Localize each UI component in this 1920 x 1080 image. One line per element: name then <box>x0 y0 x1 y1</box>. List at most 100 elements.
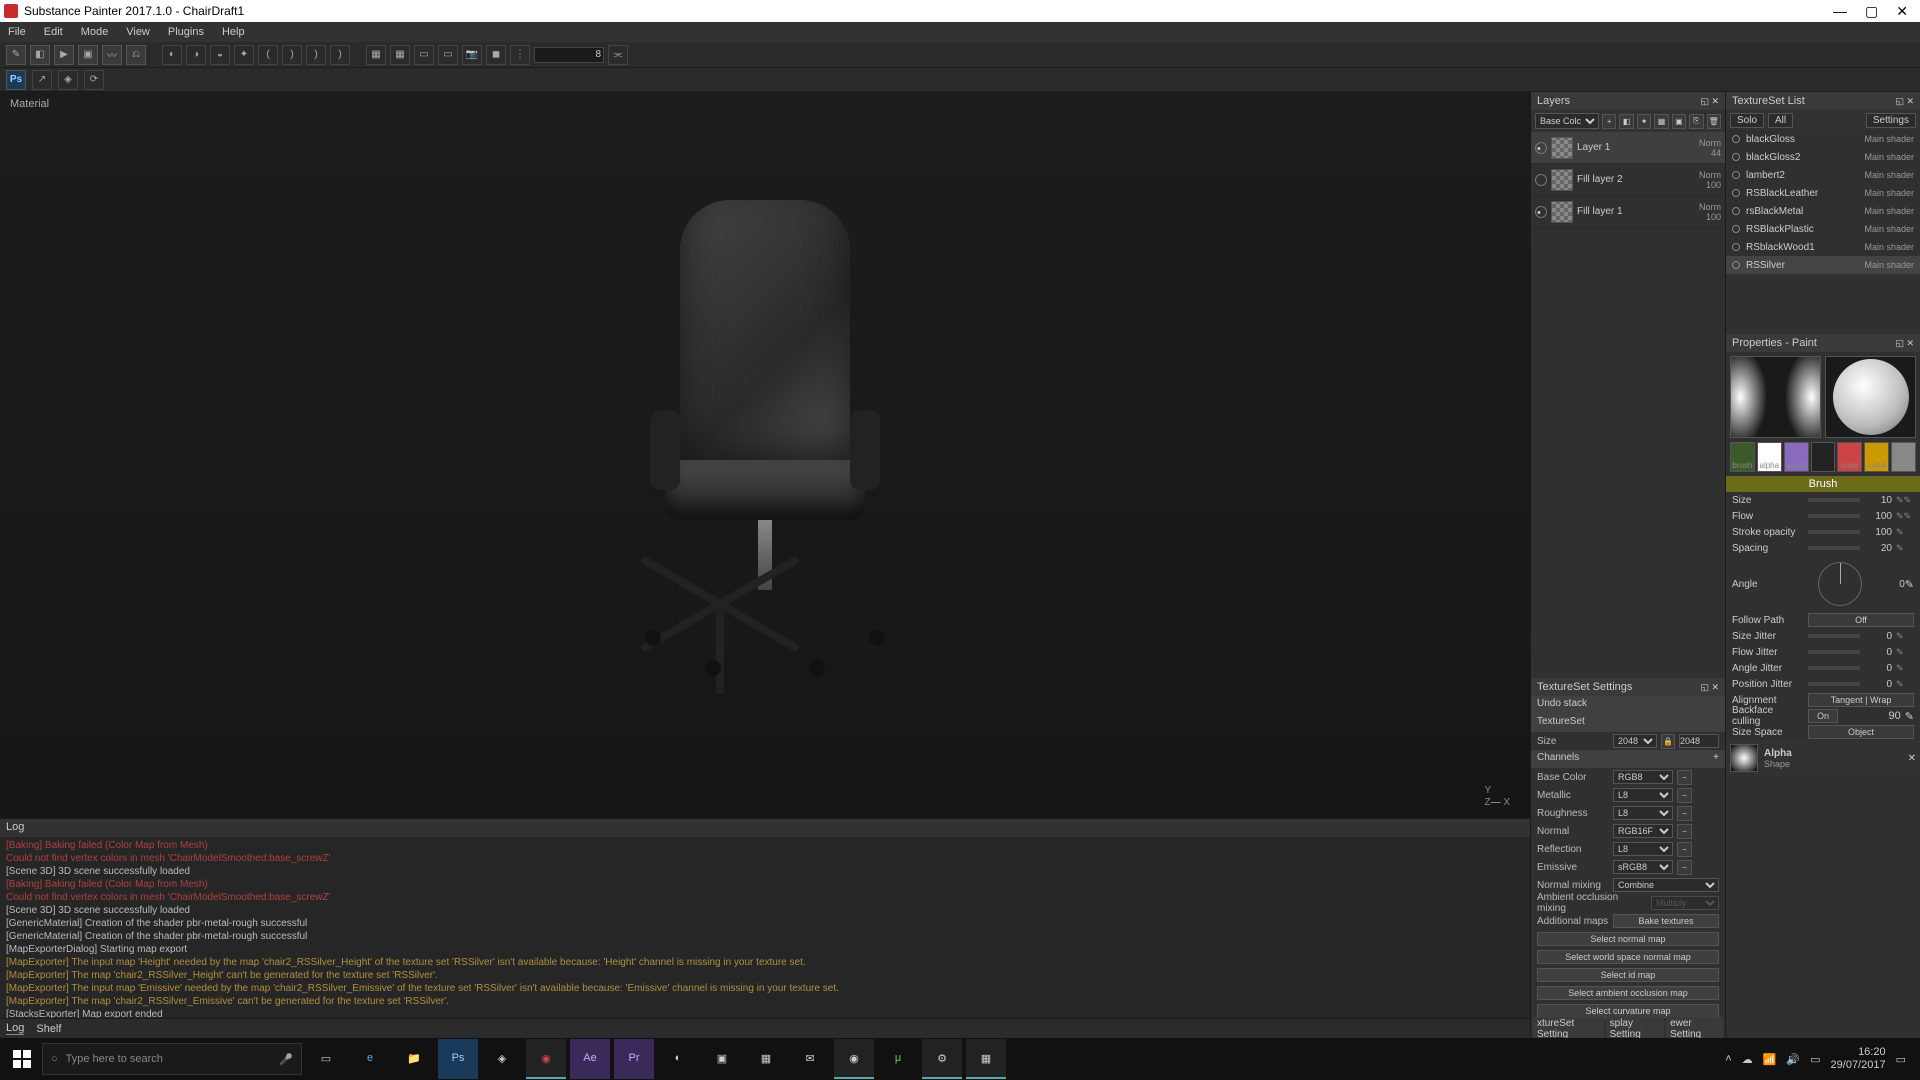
tool-sym2-icon[interactable]: ) <box>282 45 302 65</box>
angle-pen-icon[interactable]: ✎ <box>1905 578 1914 591</box>
texset-visibility-icon[interactable] <box>1732 135 1740 143</box>
menu-edit[interactable]: Edit <box>44 26 63 38</box>
maximize-button[interactable]: ▢ <box>1865 3 1878 20</box>
texset-item[interactable]: RSSilverMain shader <box>1726 256 1920 274</box>
ps-export-icon[interactable]: Ps <box>6 70 26 90</box>
flow-slider[interactable] <box>1808 514 1860 518</box>
layer-mask-icon[interactable]: ◧ <box>1619 114 1633 129</box>
map-select-button[interactable]: Select ambient occlusion map <box>1537 986 1719 1000</box>
menu-icon[interactable]: ⋮ <box>510 45 530 65</box>
bake-textures-button[interactable]: Bake textures <box>1613 914 1719 928</box>
log-tab-shelf[interactable]: Shelf <box>36 1023 61 1035</box>
tray-volume-icon[interactable]: 🔊 <box>1786 1053 1800 1066</box>
size-select[interactable]: 2048 <box>1613 734 1657 748</box>
tray-notifications-icon[interactable]: ▭ <box>1896 1053 1906 1066</box>
chrome-icon[interactable]: ◉ <box>834 1039 874 1079</box>
channel-remove-icon[interactable]: − <box>1677 788 1692 803</box>
tool-sep1-icon[interactable]: ◐ <box>162 45 182 65</box>
channel-format-select[interactable]: sRGB8 <box>1613 860 1673 874</box>
texset-visibility-icon[interactable] <box>1732 189 1740 197</box>
channel-format-select[interactable]: L8 <box>1613 806 1673 820</box>
substance-painter-icon[interactable]: ◉ <box>526 1039 566 1079</box>
alpha-close-icon[interactable]: ✕ <box>1908 753 1916 764</box>
channel-format-select[interactable]: RGB8 <box>1613 770 1673 784</box>
texset-undock-icon[interactable]: ◱ ✕ <box>1700 682 1719 693</box>
tool-sep3-icon[interactable]: ◒ <box>210 45 230 65</box>
texset-item[interactable]: blackGlossMain shader <box>1726 130 1920 148</box>
layers-channel-select[interactable]: Base Colc <box>1535 113 1599 129</box>
link-icon[interactable]: ⫘ <box>608 45 628 65</box>
close-button[interactable]: ✕ <box>1896 3 1908 20</box>
layer-fx-icon[interactable]: ✦ <box>1637 114 1651 129</box>
texset-item[interactable]: RSBlackLeatherMain shader <box>1726 184 1920 202</box>
map-select-button[interactable]: Select curvature map <box>1537 1004 1719 1018</box>
prop-undock-icon[interactable]: ◱ ✕ <box>1895 338 1914 349</box>
menu-mode[interactable]: Mode <box>81 26 109 38</box>
spacing-pen-icon[interactable]: ✎ <box>1896 543 1914 554</box>
tool-projection-icon[interactable]: ▶ <box>54 45 74 65</box>
package-icon[interactable]: ◈ <box>58 70 78 90</box>
mail-icon[interactable]: ✉ <box>790 1039 830 1079</box>
export-icon[interactable]: ↗ <box>32 70 52 90</box>
size-slider[interactable] <box>1808 498 1860 502</box>
channel-format-select[interactable]: L8 <box>1613 842 1673 856</box>
map-select-button[interactable]: Select normal map <box>1537 932 1719 946</box>
layer-add-icon[interactable]: + <box>1602 114 1616 129</box>
texset-visibility-icon[interactable] <box>1732 243 1740 251</box>
tool-smudge-icon[interactable]: 〰 <box>102 45 122 65</box>
log-tab-log[interactable]: Log <box>6 1022 24 1035</box>
map-select-button[interactable]: Select id map <box>1537 968 1719 982</box>
swatch-alpha[interactable]: alpha <box>1757 442 1782 472</box>
all-button[interactable]: All <box>1768 113 1793 128</box>
layer-fill-icon[interactable]: ▦ <box>1654 114 1668 129</box>
follow-path-toggle[interactable]: Off <box>1808 613 1914 627</box>
camera-icon[interactable]: 📷 <box>462 45 482 65</box>
texset-item[interactable]: RSBlackPlasticMain shader <box>1726 220 1920 238</box>
texset-visibility-icon[interactable] <box>1732 207 1740 215</box>
minimize-button[interactable]: — <box>1833 3 1847 20</box>
tray-cloud-icon[interactable]: ☁ <box>1742 1053 1753 1066</box>
layer-visibility-icon[interactable] <box>1535 142 1547 154</box>
maya-icon[interactable]: ◈ <box>482 1039 522 1079</box>
tool-eraser-icon[interactable]: ◧ <box>30 45 50 65</box>
normal-mixing-select[interactable]: Combine <box>1613 878 1719 892</box>
view2-icon[interactable]: ▭ <box>438 45 458 65</box>
posj-slider[interactable] <box>1808 682 1860 686</box>
photos-icon[interactable]: ▦ <box>966 1039 1006 1079</box>
mic-icon[interactable]: 🎤 <box>279 1053 293 1066</box>
alpha-thumb[interactable] <box>1730 744 1758 772</box>
store-icon[interactable]: ▣ <box>702 1039 742 1079</box>
swatch-rough[interactable]: rough <box>1891 442 1916 472</box>
utorrent-icon[interactable]: μ <box>878 1039 918 1079</box>
texset-visibility-icon[interactable] <box>1732 261 1740 269</box>
layer-del-icon[interactable]: 🗑 <box>1707 114 1721 129</box>
tool-sep2-icon[interactable]: ◑ <box>186 45 206 65</box>
sizej-slider[interactable] <box>1808 634 1860 638</box>
settings-button[interactable]: Settings <box>1866 113 1916 128</box>
taskbar-clock[interactable]: 16:2029/07/2017 <box>1831 1046 1886 1072</box>
premiere-icon[interactable]: Pr <box>614 1039 654 1079</box>
layer-visibility-icon[interactable] <box>1535 206 1547 218</box>
layers-undock-icon[interactable]: ◱ ✕ <box>1700 96 1719 107</box>
taskbar-search[interactable]: ○Type here to search🎤 <box>42 1043 302 1075</box>
start-button[interactable] <box>6 1043 38 1075</box>
alignment-select[interactable]: Tangent | Wrap <box>1808 693 1914 707</box>
layer-row[interactable]: Fill layer 2Norm100 <box>1531 164 1725 196</box>
size2-input[interactable] <box>1679 734 1719 748</box>
layer-row[interactable]: Fill layer 1Norm100 <box>1531 196 1725 228</box>
size-lock-icon[interactable]: 🔒 <box>1661 734 1675 749</box>
layer-visibility-icon[interactable] <box>1535 174 1547 186</box>
tool-sym3-icon[interactable]: ) <box>306 45 326 65</box>
size-pen-icon[interactable]: ✎✎ <box>1896 495 1914 506</box>
viewport-3d[interactable]: Material Y Z⎯⎯ X <box>0 92 1530 818</box>
sizespace-select[interactable]: Object <box>1808 725 1914 739</box>
ao-mixing-select[interactable]: Multiply <box>1651 896 1719 910</box>
tool-clone-icon[interactable]: ⎌ <box>126 45 146 65</box>
taskview-icon[interactable]: ▭ <box>306 1039 346 1079</box>
swatch-mat[interactable] <box>1811 442 1836 472</box>
layer-row[interactable]: Layer 1Norm44 <box>1531 132 1725 164</box>
persp-icon[interactable]: ▦ <box>366 45 386 65</box>
tray-wifi-icon[interactable]: 📶 <box>1763 1053 1777 1066</box>
channel-remove-icon[interactable]: − <box>1677 770 1692 785</box>
tool-paint-icon[interactable]: ✎ <box>6 45 26 65</box>
